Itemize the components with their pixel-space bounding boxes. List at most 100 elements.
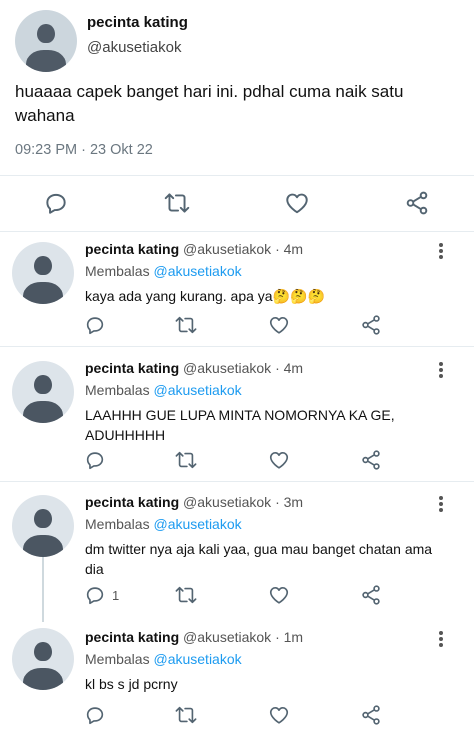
reply-header: pecinta kating @akusetiakok · 1m [85, 629, 303, 645]
divider [0, 346, 474, 347]
avatar[interactable] [12, 628, 74, 690]
reply-actions [0, 314, 474, 338]
user-handle[interactable]: @akusetiakok [183, 494, 271, 510]
more-options-icon[interactable] [433, 242, 449, 260]
reply-button[interactable]: 1 [84, 584, 119, 606]
replying-to: Membalas @akusetiakok [85, 516, 242, 532]
replying-to: Membalas @akusetiakok [85, 651, 242, 667]
reply-tweet[interactable]: pecinta kating @akusetiakok · 4m Membala… [0, 232, 474, 346]
mention-link[interactable]: @akusetiakok [153, 651, 241, 667]
tweet-text: huaaaa capek banget hari ini. pdhal cuma… [15, 82, 404, 125]
reply-button[interactable] [84, 449, 112, 471]
like-button[interactable] [268, 584, 290, 606]
heart-icon [269, 317, 289, 334]
separator-dot: · [275, 241, 280, 257]
mention-link[interactable]: @akusetiakok [153, 516, 241, 532]
reply-button[interactable] [84, 704, 112, 726]
more-options-icon[interactable] [433, 630, 449, 648]
retweet-button[interactable] [163, 190, 191, 216]
user-handle[interactable]: @akusetiakok [183, 241, 271, 257]
reply-time: 4m [283, 241, 304, 257]
avatar[interactable] [12, 242, 74, 304]
separator-dot: · [275, 360, 280, 376]
reply-tweet[interactable]: pecinta kating @akusetiakok · 1m Membala… [0, 620, 474, 735]
like-button[interactable] [268, 704, 290, 726]
retweet-icon [164, 193, 190, 213]
like-button[interactable] [268, 314, 290, 336]
heart-icon [269, 587, 289, 604]
reply-text: LAAHHH GUE LUPA MINTA NOMORNYA KA GE, AD… [85, 407, 395, 443]
retweet-button[interactable] [174, 704, 198, 726]
reply-time: 4m [283, 360, 304, 376]
reply-count: 1 [112, 587, 120, 603]
reply-icon [46, 193, 66, 214]
more-options-icon[interactable] [433, 361, 449, 379]
retweet-button[interactable] [174, 314, 198, 336]
retweet-icon [175, 451, 197, 469]
share-icon [362, 705, 380, 725]
retweet-icon [175, 316, 197, 334]
heart-icon [286, 193, 308, 214]
reply-text: kl bs s jd pcrny [85, 676, 178, 692]
mention-link[interactable]: @akusetiakok [153, 382, 241, 398]
share-button[interactable] [360, 704, 382, 726]
divider [0, 175, 474, 176]
reply-text: kaya ada yang kurang. apa ya🤔🤔🤔 [85, 288, 325, 304]
reply-actions [0, 449, 474, 473]
reply-icon [86, 707, 104, 725]
replying-to: Membalas @akusetiakok [85, 263, 242, 279]
user-handle[interactable]: @akusetiakok [87, 39, 181, 56]
avatar[interactable] [12, 495, 74, 557]
retweet-icon [175, 586, 197, 604]
display-name[interactable]: pecinta kating [85, 241, 179, 257]
share-button[interactable] [360, 449, 382, 471]
retweet-button[interactable] [174, 449, 198, 471]
reply-button[interactable] [43, 190, 69, 216]
replying-prefix: Membalas [85, 382, 150, 398]
display-name[interactable]: pecinta kating [85, 629, 179, 645]
reply-tweet[interactable]: pecinta kating @akusetiakok · 4m Membala… [0, 351, 474, 481]
share-icon [362, 585, 380, 605]
main-tweet: pecinta kating @akusetiakok huaaaa capek… [0, 0, 474, 232]
reply-button[interactable] [84, 314, 112, 336]
replying-to: Membalas @akusetiakok [85, 382, 242, 398]
share-icon [406, 191, 428, 215]
separator-dot: · [275, 494, 280, 510]
user-handle[interactable]: @akusetiakok [183, 629, 271, 645]
like-button[interactable] [284, 190, 310, 216]
heart-icon [269, 707, 289, 724]
separator-dot: · [275, 629, 280, 645]
avatar[interactable] [12, 361, 74, 423]
more-options-icon[interactable] [433, 495, 449, 513]
tweet-actions [0, 186, 474, 218]
like-button[interactable] [268, 449, 290, 471]
reply-tweet[interactable]: pecinta kating @akusetiakok · 3m Membala… [0, 485, 474, 620]
user-handle[interactable]: @akusetiakok [183, 360, 271, 376]
retweet-button[interactable] [174, 584, 198, 606]
reply-actions [0, 704, 474, 728]
reply-icon [86, 317, 104, 335]
reply-actions: 1 [0, 584, 474, 608]
replying-prefix: Membalas [85, 516, 150, 532]
avatar[interactable] [15, 10, 77, 72]
reply-time: 3m [283, 494, 304, 510]
replying-prefix: Membalas [85, 651, 150, 667]
mention-link[interactable]: @akusetiakok [153, 263, 241, 279]
reply-header: pecinta kating @akusetiakok · 4m [85, 360, 303, 376]
retweet-icon [175, 706, 197, 724]
share-icon [362, 450, 380, 470]
reply-header: pecinta kating @akusetiakok · 4m [85, 241, 303, 257]
share-button[interactable] [360, 314, 382, 336]
reply-text: dm twitter nya aja kali yaa, gua mau ban… [85, 541, 433, 577]
share-button[interactable] [360, 584, 382, 606]
heart-icon [269, 452, 289, 469]
replying-prefix: Membalas [85, 263, 150, 279]
share-icon [362, 315, 380, 335]
display-name[interactable]: pecinta kating [85, 360, 179, 376]
share-button[interactable] [404, 190, 430, 216]
display-name[interactable]: pecinta kating [85, 494, 179, 510]
reply-time: 1m [283, 629, 304, 645]
reply-header: pecinta kating @akusetiakok · 3m [85, 494, 303, 510]
tweet-timestamp: 09:23 PM · 23 Okt 22 [15, 142, 153, 158]
display-name[interactable]: pecinta kating [87, 14, 188, 31]
